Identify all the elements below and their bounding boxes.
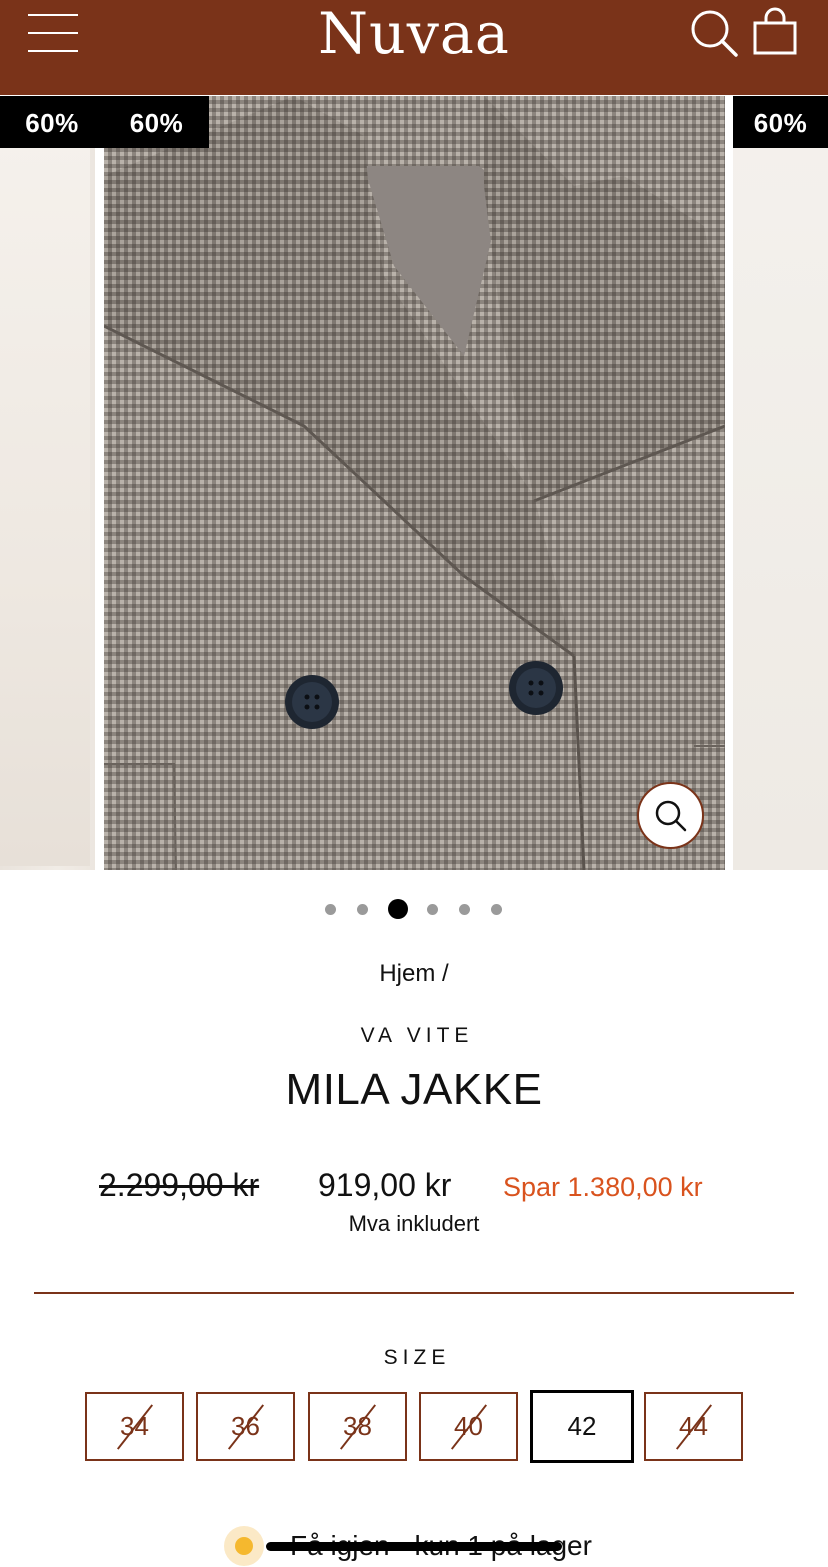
menu-icon-bar — [28, 50, 78, 52]
size-option-label: 38 — [343, 1411, 372, 1441]
size-option-36[interactable]: 36 — [196, 1392, 295, 1461]
size-option-label: 44 — [679, 1411, 708, 1441]
size-option-34[interactable]: 34 — [85, 1392, 184, 1461]
size-label: SIZE — [383, 1346, 451, 1369]
product-vendor[interactable]: VA VITE — [0, 1024, 828, 1048]
coat-button — [509, 661, 563, 715]
size-option-label: 40 — [454, 1411, 483, 1441]
menu-icon-bar — [28, 14, 78, 16]
gallery-slide-previous[interactable] — [0, 96, 95, 870]
breadcrumb-separator: / — [442, 960, 449, 987]
product-title: MILA JAKKE — [285, 1065, 543, 1114]
compare-price: 2.299,00 kr — [99, 1167, 260, 1203]
discount-badge: 60% — [733, 96, 828, 148]
home-indicator[interactable] — [266, 1542, 562, 1551]
site-header: Nuvaa — [0, 0, 828, 95]
size-option-44[interactable]: 44 — [644, 1392, 743, 1461]
site-logo[interactable]: Nuvaa — [264, 2, 564, 66]
gallery-slide-next[interactable] — [733, 96, 828, 870]
breadcrumb: Hjem / — [0, 960, 828, 988]
coat-button — [285, 675, 339, 729]
pagination-dot[interactable] — [427, 904, 438, 915]
vat-note: Mva inkludert — [348, 1211, 480, 1236]
pagination-dot[interactable] — [357, 904, 368, 915]
size-option-40[interactable]: 40 — [419, 1392, 518, 1461]
discount-badge: 60% — [0, 96, 104, 148]
menu-icon-bar — [28, 32, 78, 34]
cart-icon — [753, 7, 797, 55]
breadcrumb-home-link[interactable]: Hjem — [379, 960, 435, 987]
pagination-dot-active[interactable] — [388, 899, 408, 919]
menu-button[interactable] — [28, 14, 80, 52]
size-option-label: 34 — [120, 1411, 149, 1441]
pagination-dot[interactable] — [325, 904, 336, 915]
zoom-button[interactable] — [637, 782, 704, 849]
pagination-dot[interactable] — [459, 904, 470, 915]
size-option-42[interactable]: 42 — [530, 1390, 634, 1463]
sale-price: 919,00 kr — [318, 1167, 452, 1203]
pagination-dot[interactable] — [491, 904, 502, 915]
gallery-pagination — [0, 899, 828, 919]
search-button[interactable] — [689, 8, 739, 63]
size-option-label: 42 — [567, 1411, 597, 1441]
zoom-icon — [655, 800, 687, 832]
size-option-label: 36 — [231, 1411, 260, 1441]
savings-label: Spar 1.380,00 kr — [503, 1172, 703, 1202]
section-divider — [34, 1292, 794, 1294]
discount-badge: 60% — [104, 96, 209, 148]
product-image[interactable] — [104, 96, 725, 870]
product-gallery[interactable]: 60% 60% 60% — [0, 96, 828, 870]
search-icon — [691, 10, 738, 57]
cart-button[interactable] — [750, 6, 800, 61]
size-option-38[interactable]: 38 — [308, 1392, 407, 1461]
stock-indicator-dot — [235, 1537, 253, 1555]
coat-photo — [104, 96, 725, 870]
